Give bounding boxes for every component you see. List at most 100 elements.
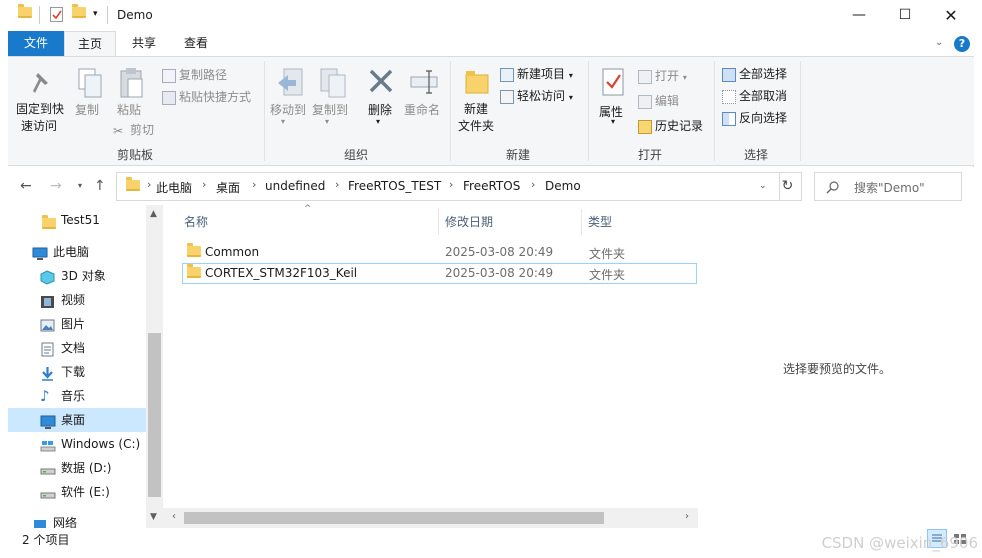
breadcrumb-separator[interactable]: › — [335, 178, 339, 191]
paste-button[interactable]: 粘贴 — [117, 101, 141, 118]
quick-access-dropdown-icon[interactable]: ▾ — [93, 9, 98, 19]
nav-item-documents[interactable]: 文档 — [8, 336, 146, 360]
preview-message: 选择要预览的文件。 — [783, 362, 892, 376]
breadcrumb-separator[interactable]: › — [531, 178, 535, 191]
select-all-button[interactable]: 全部选择 — [722, 65, 787, 82]
nav-item-videos[interactable]: 视频 — [8, 288, 146, 312]
move-to-button[interactable]: 移动到 — [270, 101, 306, 118]
copy-to-button[interactable]: 复制到 — [312, 101, 348, 118]
breadcrumb-separator[interactable]: › — [202, 178, 206, 191]
properties-dropdown-icon[interactable]: ▾ — [611, 117, 615, 126]
drive-icon — [40, 485, 56, 499]
nav-item-pictures[interactable]: 图片 — [8, 312, 146, 336]
refresh-button[interactable]: ↻ — [774, 172, 802, 201]
nav-item-drive-c[interactable]: Windows (C:) — [8, 432, 146, 456]
breadcrumb-demo[interactable]: Demo — [545, 179, 581, 193]
tab-home[interactable]: 主页 — [64, 31, 116, 56]
up-button[interactable]: ↑ — [94, 178, 106, 194]
breadcrumb-this-pc[interactable]: 此电脑 — [156, 179, 192, 196]
edit-label: 编辑 — [655, 94, 680, 108]
scroll-right-icon[interactable]: › — [685, 511, 689, 522]
scroll-left-icon[interactable]: ‹ — [172, 511, 176, 522]
breadcrumb-separator[interactable]: › — [147, 178, 151, 191]
history-button[interactable]: 历史记录 — [638, 117, 703, 134]
file-name: Common — [205, 245, 260, 259]
open-label: 打开 — [655, 69, 680, 83]
tab-share[interactable]: 共享 — [120, 31, 168, 56]
copy-path-label: 复制路径 — [179, 68, 228, 82]
nav-item-drive-e[interactable]: 软件 (E:) — [8, 480, 146, 504]
select-none-button[interactable]: 全部取消 — [722, 87, 787, 104]
open-button[interactable]: 打开 ▾ — [638, 67, 687, 84]
invert-selection-button[interactable]: 反向选择 — [722, 109, 787, 126]
computer-icon — [32, 245, 48, 260]
copy-to-dropdown-icon[interactable]: ▾ — [325, 117, 329, 126]
nav-item-this-pc[interactable]: 此电脑 — [8, 240, 146, 264]
maximize-button[interactable]: ☐ — [882, 0, 928, 31]
column-header-type[interactable]: 类型 — [588, 213, 612, 230]
nav-item-network[interactable]: 网络 — [8, 511, 146, 528]
copy-path-button[interactable]: 复制路径 — [162, 66, 227, 83]
nav-item-test51[interactable]: Test51 — [8, 208, 146, 232]
back-button[interactable]: ← — [20, 178, 32, 194]
nav-label: 此电脑 — [53, 245, 90, 259]
close-button[interactable]: ✕ — [928, 0, 974, 31]
properties-quick-icon[interactable] — [50, 7, 63, 22]
file-row[interactable]: Common 2025-03-08 20:49 文件夹 — [182, 242, 697, 263]
minimize-button[interactable]: — — [836, 0, 882, 31]
new-folder-quick-icon[interactable] — [72, 4, 86, 18]
recent-locations-icon[interactable]: ▾ — [78, 181, 82, 190]
cut-button[interactable]: ✂ 剪切 — [113, 121, 154, 138]
select-none-label: 全部取消 — [739, 89, 788, 103]
file-list-scrollbar[interactable]: ‹ › — [163, 508, 698, 528]
forward-button[interactable]: → — [50, 178, 62, 194]
edit-icon — [638, 94, 652, 109]
column-divider[interactable] — [438, 209, 439, 235]
move-to-dropdown-icon[interactable]: ▾ — [281, 117, 285, 126]
rename-button[interactable]: 重命名 — [404, 101, 440, 118]
rename-icon — [409, 69, 439, 101]
nav-item-drive-d[interactable]: 数据 (D:) — [8, 456, 146, 480]
nav-item-music[interactable]: ♪ 音乐 — [8, 384, 146, 408]
delete-button[interactable]: 删除 — [368, 101, 392, 118]
network-icon — [32, 516, 47, 528]
nav-item-downloads[interactable]: 下载 — [8, 360, 146, 384]
address-dropdown-icon[interactable]: ⌄ — [759, 181, 767, 191]
paste-shortcut-button[interactable]: 粘贴快捷方式 — [162, 88, 251, 105]
breadcrumb-separator[interactable]: › — [252, 178, 256, 191]
collapse-ribbon-icon[interactable]: ⌄ — [935, 37, 943, 48]
column-header-name[interactable]: 名称 — [184, 213, 208, 230]
breadcrumb-freertos-test[interactable]: FreeRTOS_TEST — [348, 179, 441, 193]
file-row[interactable]: CORTEX_STM32F103_Keil 2025-03-08 20:49 文… — [182, 263, 697, 284]
delete-dropdown-icon[interactable]: ▾ — [376, 117, 380, 126]
nav-scrollbar[interactable]: ▲ ▼ — [146, 205, 163, 528]
scroll-down-icon[interactable]: ▼ — [150, 512, 157, 522]
move-to-icon — [276, 67, 306, 99]
breadcrumb-desktop[interactable]: 桌面 — [216, 179, 240, 196]
new-group-label: 新建 — [505, 148, 530, 162]
breadcrumb-separator[interactable]: › — [449, 178, 453, 191]
pin-to-quick-access-button[interactable]: 固定到快 速访问 — [16, 101, 65, 135]
search-box[interactable]: 搜索"Demo" — [814, 172, 962, 201]
easy-access-button[interactable]: 轻松访问 ▾ — [500, 87, 573, 104]
nav-label: 网络 — [53, 516, 78, 528]
column-divider[interactable] — [581, 209, 582, 235]
copy-button[interactable]: 复制 — [75, 101, 99, 118]
nav-item-3d-objects[interactable]: 3D 对象 — [8, 264, 146, 288]
address-bar[interactable]: › 此电脑 › 桌面 › undefined › FreeRTOS_TEST ›… — [116, 172, 780, 201]
nav-label: 文档 — [61, 341, 86, 355]
tab-view[interactable]: 查看 — [172, 31, 220, 56]
file-list-scroll-thumb[interactable] — [184, 512, 604, 524]
nav-item-desktop[interactable]: 桌面 — [8, 408, 146, 432]
breadcrumb-undefined[interactable]: undefined — [265, 179, 325, 193]
breadcrumb-freertos[interactable]: FreeRTOS — [463, 179, 520, 193]
tab-file[interactable]: 文件 — [8, 31, 64, 56]
pin-label-line1: 固定到快 — [16, 102, 65, 116]
column-header-modified[interactable]: 修改日期 — [445, 213, 493, 230]
new-folder-button[interactable]: 新建 文件夹 — [457, 101, 495, 135]
new-item-button[interactable]: 新建项目 ▾ — [500, 65, 573, 82]
help-icon[interactable]: ? — [954, 36, 970, 52]
scroll-up-icon[interactable]: ▲ — [150, 209, 157, 219]
edit-button[interactable]: 编辑 — [638, 92, 679, 109]
nav-scroll-thumb[interactable] — [148, 333, 161, 497]
